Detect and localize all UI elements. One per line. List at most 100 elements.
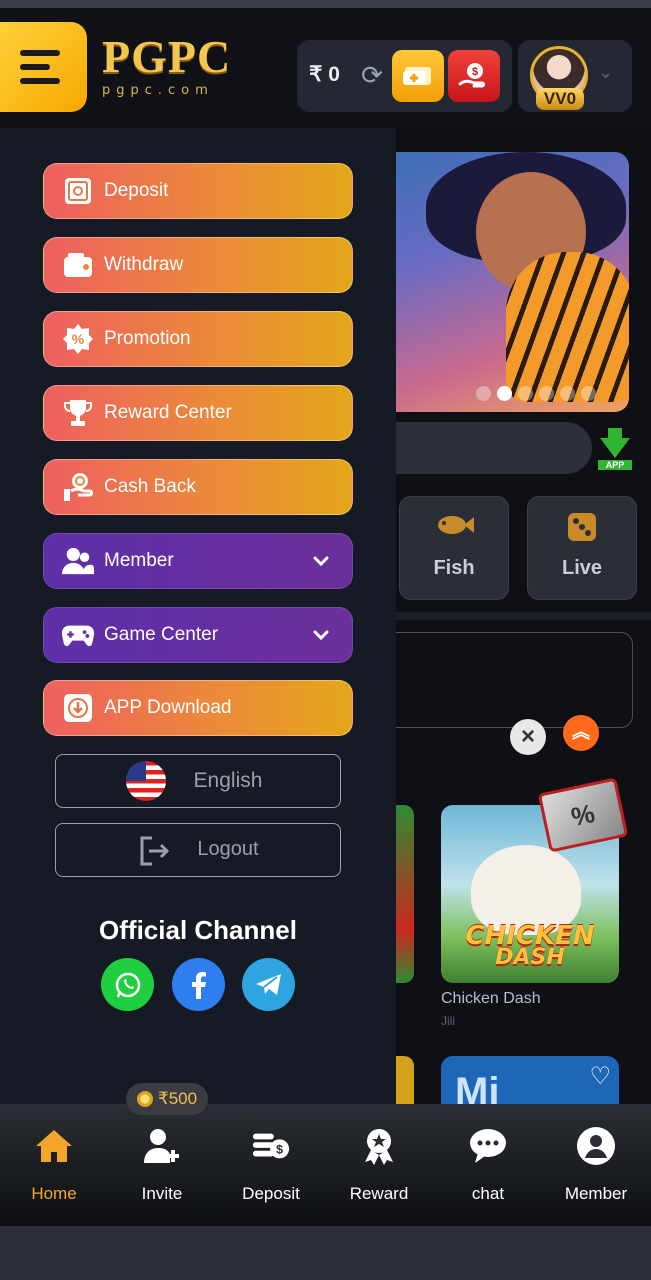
language-label: English [193, 769, 263, 792]
game-name: Chicken Dash [441, 990, 541, 1007]
menu-line [20, 64, 50, 70]
pagination-dot[interactable] [539, 386, 554, 401]
home-icon [34, 1126, 74, 1166]
drawer-item-label: Withdraw [104, 254, 184, 275]
category-fish[interactable]: Fish [399, 496, 509, 600]
pagination-dot[interactable] [497, 386, 512, 401]
users-icon [62, 545, 94, 577]
nav-label: Member [564, 1184, 628, 1203]
drawer-item-label: Promotion [104, 328, 191, 349]
coins-icon: $ [251, 1126, 291, 1166]
game-provider: Jili [441, 1014, 455, 1028]
gamepad-icon [62, 619, 94, 651]
nav-member[interactable]: Member [542, 1104, 650, 1226]
official-channel-title: Official Channel [99, 915, 297, 945]
nav-label: Invite [141, 1184, 183, 1203]
game-card[interactable]: Mi ♡ [441, 1056, 619, 1104]
game-card-partial[interactable] [396, 1056, 414, 1104]
download-arrow-icon [608, 428, 622, 442]
quick-deposit-button[interactable] [392, 50, 444, 102]
drawer-item-game-center[interactable]: Game Center [43, 607, 353, 663]
percent-badge-icon: % [62, 323, 94, 355]
wallet-icon [62, 249, 94, 281]
invite-bonus-badge[interactable]: ₹500 [126, 1083, 208, 1115]
category-live[interactable]: Live [527, 496, 637, 600]
drawer-item-withdraw[interactable]: Withdraw [43, 237, 353, 293]
hand-coin-icon [62, 471, 94, 503]
close-icon[interactable]: × [510, 719, 546, 755]
drawer-item-member[interactable]: Member [43, 533, 353, 589]
pagination-dot[interactable] [560, 386, 575, 401]
nav-home[interactable]: Home [0, 1104, 108, 1226]
whatsapp-icon[interactable] [101, 958, 154, 1011]
app-header: PGPC pgpc.com ₹ 0 ⟳ $ VV0 ⌄ [0, 8, 651, 128]
pagination-dot[interactable] [518, 386, 533, 401]
chevron-down-icon[interactable] [310, 550, 332, 572]
marquee-bar [396, 422, 592, 474]
drawer-item-label: Member [104, 550, 174, 571]
language-selector[interactable]: English [55, 754, 341, 808]
svg-text:$: $ [276, 1143, 283, 1157]
telegram-icon[interactable] [242, 958, 295, 1011]
svg-text:$: $ [472, 66, 478, 78]
chevron-down-icon[interactable] [310, 624, 332, 646]
logout-button[interactable]: Logout [55, 823, 341, 877]
bottom-navigation: Home Invite $ Deposit Reward chat Member [0, 1104, 651, 1226]
balance-panel: ₹ 0 ⟳ $ [297, 40, 512, 112]
drawer-item-label: Game Center [104, 624, 219, 645]
logo-domain: pgpc.com [102, 83, 214, 98]
promo-banner[interactable] [396, 152, 629, 412]
banner-pagination [476, 386, 596, 401]
nav-label: Reward [349, 1184, 409, 1203]
nav-chat[interactable]: chat [434, 1104, 542, 1226]
pagination-dot[interactable] [476, 386, 491, 401]
heart-icon[interactable]: ♡ [589, 1062, 611, 1091]
drawer-item-label: Deposit [104, 180, 169, 201]
drawer-item-label: Cash Back [104, 476, 196, 497]
notice-box [396, 632, 633, 728]
profile-panel[interactable]: VV0 ⌄ [518, 40, 632, 112]
game-title-art: DASH [495, 945, 565, 970]
chevron-down-icon[interactable]: ⌄ [598, 62, 613, 83]
balance-amount: ₹ 0 [309, 63, 340, 86]
menu-line [20, 50, 60, 56]
scroll-top-icon[interactable]: ︽ [563, 715, 599, 751]
nav-deposit[interactable]: $ Deposit [217, 1104, 325, 1226]
dice-icon [528, 507, 636, 556]
medal-icon [359, 1126, 399, 1166]
system-bar-area [0, 1226, 651, 1280]
category-label: Fish [433, 557, 475, 579]
nav-reward[interactable]: Reward [325, 1104, 433, 1226]
nav-label: chat [471, 1184, 505, 1203]
trophy-icon [62, 397, 94, 429]
user-icon [576, 1126, 616, 1166]
side-drawer: Deposit Withdraw % Promotion Reward Cent… [0, 128, 396, 1104]
logo-text: PGPC [102, 31, 232, 82]
quick-withdraw-button[interactable]: $ [448, 50, 500, 102]
brand-logo[interactable]: PGPC pgpc.com [102, 31, 232, 99]
nav-invite[interactable]: Invite [108, 1104, 216, 1226]
fish-icon [400, 507, 508, 552]
game-card-partial[interactable] [396, 805, 414, 983]
drawer-item-reward-center[interactable]: Reward Center [43, 385, 353, 441]
drawer-item-cash-back[interactable]: Cash Back [43, 459, 353, 515]
safe-icon [62, 175, 94, 207]
cash-stack-icon [403, 67, 431, 85]
drawer-item-app-download[interactable]: APP Download [43, 680, 353, 736]
refresh-icon[interactable]: ⟳ [357, 58, 387, 92]
app-download-shortcut[interactable]: APP [598, 428, 632, 470]
nav-label: Home [31, 1184, 77, 1203]
menu-line [20, 78, 60, 84]
facebook-icon[interactable] [172, 958, 225, 1011]
game-title-art: Mi [455, 1070, 500, 1104]
banner-art [506, 252, 629, 402]
hamburger-menu-button[interactable] [0, 22, 87, 112]
download-icon [62, 692, 94, 724]
drawer-item-label: Reward Center [104, 402, 232, 423]
hand-dollar-icon: $ [458, 63, 485, 88]
coin-icon [136, 1091, 153, 1107]
drawer-item-deposit[interactable]: Deposit [43, 163, 353, 219]
status-strip [0, 0, 651, 8]
drawer-item-promotion[interactable]: % Promotion [43, 311, 353, 367]
pagination-dot[interactable] [581, 386, 596, 401]
